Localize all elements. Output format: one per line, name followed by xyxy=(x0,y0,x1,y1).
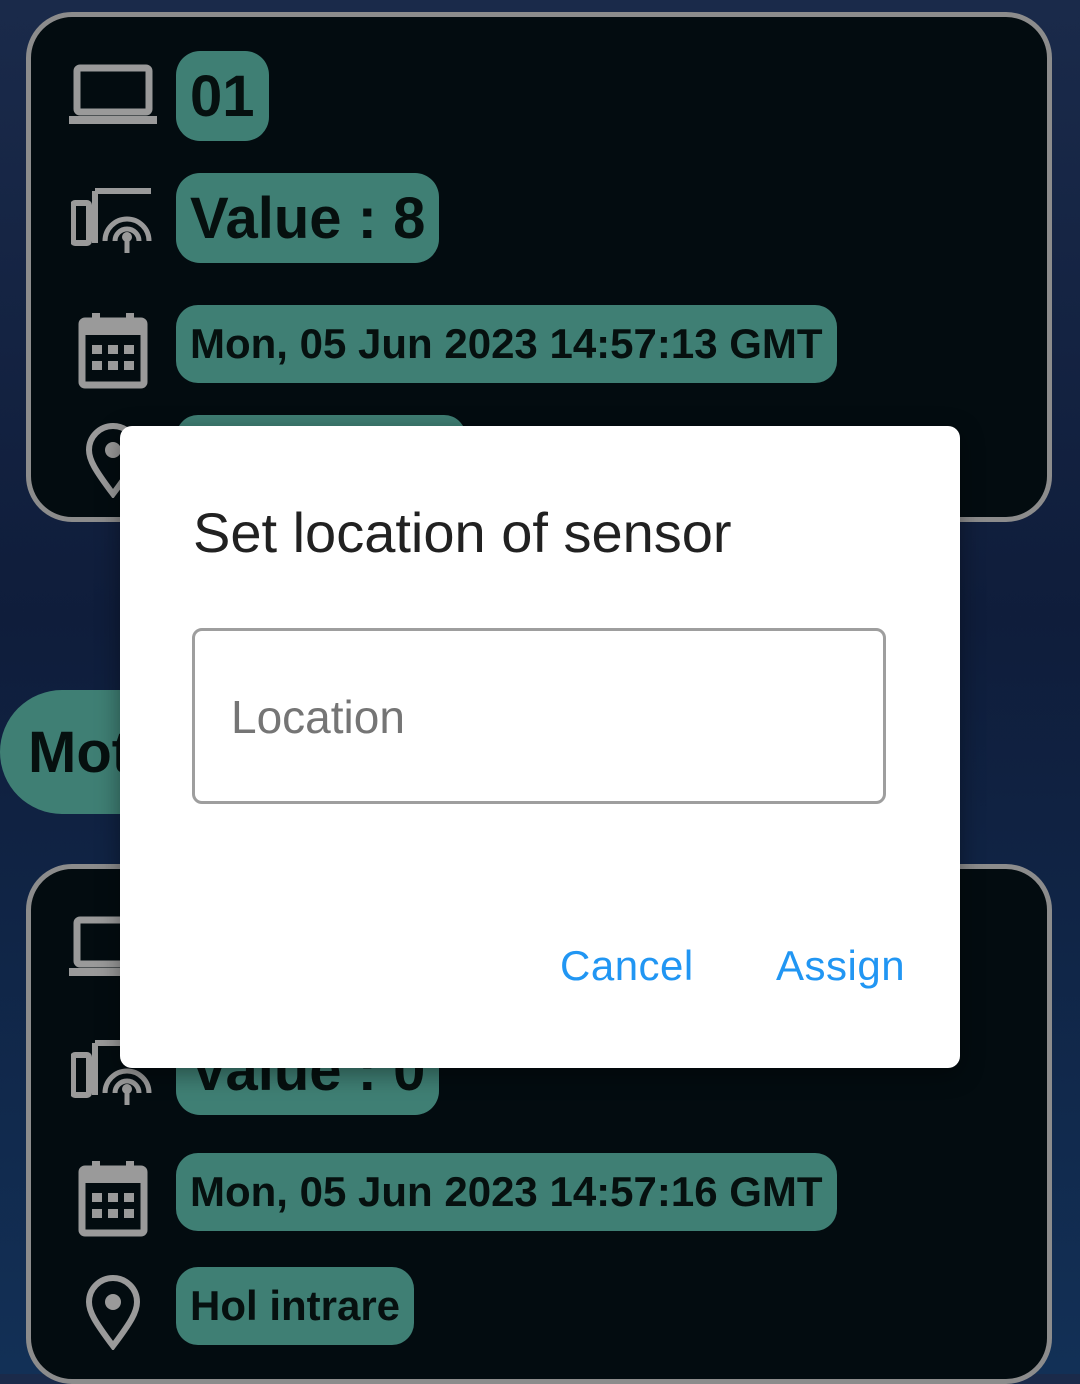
laptop-icon xyxy=(65,51,161,141)
assign-button[interactable]: Assign xyxy=(766,936,915,996)
cancel-button[interactable]: Cancel xyxy=(550,936,704,996)
value-badge: Value : 8 xyxy=(176,173,440,263)
sensor-signal-icon xyxy=(65,173,161,263)
set-location-dialog: Set location of sensor Cancel Assign xyxy=(120,426,960,1068)
location-row: Hol intrare xyxy=(31,1267,1047,1357)
timestamp-badge: Mon, 05 Jun 2023 14:57:16 GMT xyxy=(176,1153,837,1231)
timestamp-row: Mon, 05 Jun 2023 14:57:16 GMT xyxy=(31,1153,1047,1243)
location-pin-icon xyxy=(65,1267,161,1357)
calendar-icon xyxy=(65,1153,161,1243)
dialog-title: Set location of sensor xyxy=(193,501,732,564)
timestamp-badge: Mon, 05 Jun 2023 14:57:13 GMT xyxy=(176,305,837,383)
location-field[interactable] xyxy=(192,628,886,804)
device-row: 01 xyxy=(31,51,1047,141)
timestamp-row: Mon, 05 Jun 2023 14:57:13 GMT xyxy=(31,305,1047,395)
calendar-icon xyxy=(65,305,161,395)
device-id-badge: 01 xyxy=(176,51,269,141)
value-row: Value : 8 xyxy=(31,173,1047,263)
location-input[interactable] xyxy=(229,681,833,753)
location-badge: Hol intrare xyxy=(176,1267,415,1345)
